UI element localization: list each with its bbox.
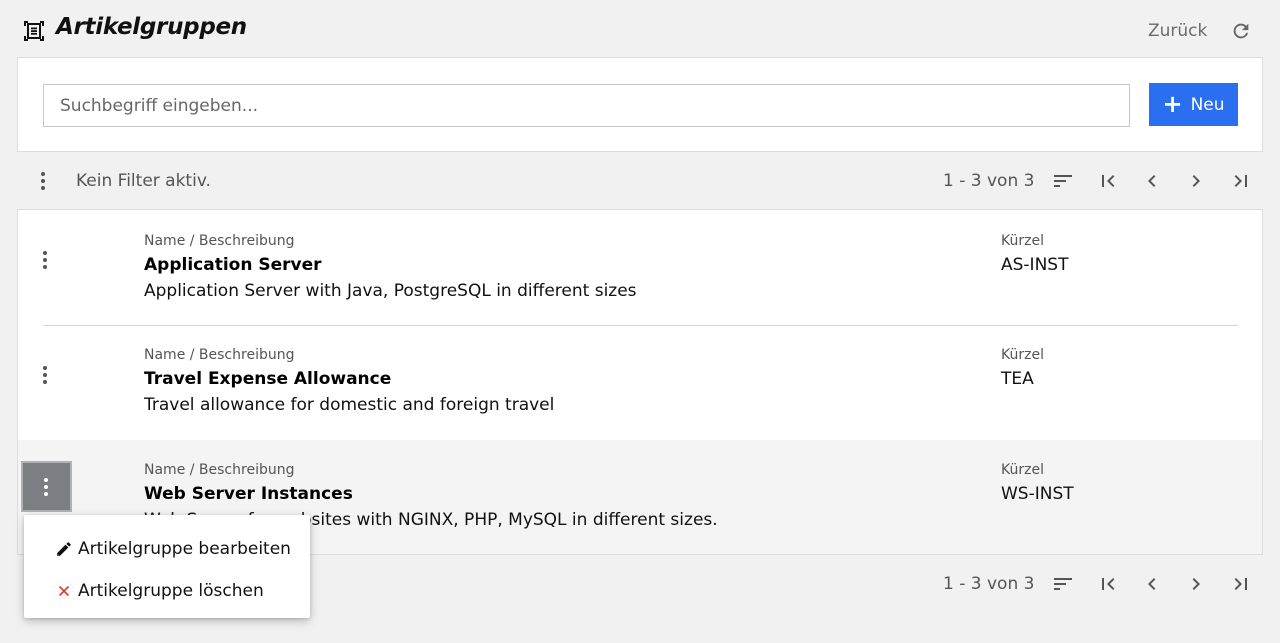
search-panel: + Neu [17, 57, 1263, 152]
vertical-dots-icon [44, 478, 48, 496]
sort-icon[interactable] [1051, 169, 1075, 193]
row-menu-button-active[interactable] [21, 461, 72, 512]
list-frame-icon [24, 21, 44, 41]
pencil-icon [57, 542, 71, 556]
list-item[interactable]: Name / Beschreibung Application Server A… [18, 210, 1262, 325]
refresh-icon[interactable] [1230, 20, 1252, 42]
edit-menu-label: Artikelgruppe bearbeiten [78, 539, 291, 559]
article-group-list: Name / Beschreibung Application Server A… [17, 209, 1263, 555]
name-label: Name / Beschreibung [144, 462, 295, 478]
name-label: Name / Beschreibung [144, 347, 295, 363]
code-label: Kürzel [1001, 462, 1044, 478]
delete-menu-item[interactable]: Artikelgruppe löschen [24, 570, 310, 612]
chevron-left-icon[interactable] [1140, 169, 1164, 193]
item-name: Travel Expense Allowance [144, 369, 392, 389]
code-label: Kürzel [1001, 347, 1044, 363]
new-button[interactable]: + Neu [1149, 83, 1238, 126]
chevron-left-icon[interactable] [1140, 572, 1164, 596]
page-header: Artikelgruppen Zurück [0, 0, 1280, 58]
page: Artikelgruppen Zurück + Neu Kein Filter … [0, 0, 1280, 643]
first-page-icon[interactable] [1096, 572, 1120, 596]
chevron-right-icon[interactable] [1184, 169, 1208, 193]
row-menu-button[interactable] [28, 232, 62, 288]
row-context-menu: Artikelgruppe bearbeiten Artikelgruppe l… [24, 515, 310, 618]
edit-menu-item[interactable]: Artikelgruppe bearbeiten [24, 528, 310, 570]
page-title: Artikelgruppen [56, 14, 247, 40]
last-page-icon[interactable] [1229, 572, 1253, 596]
filter-status: Kein Filter aktiv. [76, 171, 211, 191]
item-code: WS-INST [1001, 484, 1074, 504]
item-description: Application Server with Java, PostgreSQL… [144, 281, 637, 301]
list-item[interactable]: Name / Beschreibung Travel Expense Allow… [18, 325, 1262, 440]
back-link[interactable]: Zurück [1148, 21, 1207, 41]
row-menu-button[interactable] [28, 347, 62, 403]
item-name: Application Server [144, 255, 322, 275]
new-button-label: Neu [1190, 94, 1225, 115]
sort-icon[interactable] [1051, 572, 1075, 596]
filter-menu-icon[interactable] [35, 171, 51, 191]
search-input[interactable] [43, 84, 1130, 127]
item-code: TEA [1001, 369, 1034, 389]
name-label: Name / Beschreibung [144, 233, 295, 249]
first-page-icon[interactable] [1096, 169, 1120, 193]
last-page-icon[interactable] [1229, 169, 1253, 193]
plus-icon: + [1162, 89, 1183, 118]
vertical-dots-icon [43, 251, 47, 269]
list-toolbar-top: Kein Filter aktiv. 1 - 3 von 3 [17, 153, 1263, 209]
pager-count: 1 - 3 von 3 [943, 574, 1035, 594]
item-description: Travel allowance for domestic and foreig… [144, 395, 555, 415]
close-icon [58, 585, 70, 597]
chevron-right-icon[interactable] [1184, 572, 1208, 596]
item-code: AS-INST [1001, 255, 1069, 275]
item-name: Web Server Instances [144, 484, 353, 504]
delete-menu-label: Artikelgruppe löschen [78, 581, 264, 601]
vertical-dots-icon [43, 366, 47, 384]
code-label: Kürzel [1001, 233, 1044, 249]
pager-count: 1 - 3 von 3 [943, 171, 1035, 191]
